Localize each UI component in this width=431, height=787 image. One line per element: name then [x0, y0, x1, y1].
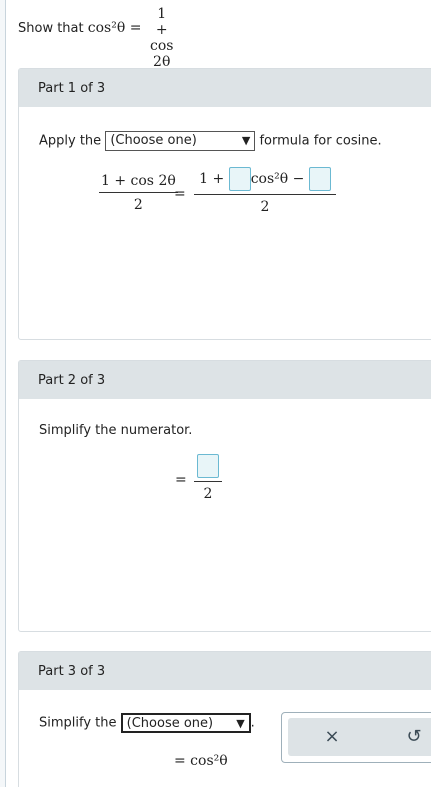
part-3-header: Part 3 of 3 — [19, 652, 431, 690]
part-3-instruction: Simplify the (Choose one) ▼ . — [39, 713, 255, 733]
fraction-bar — [99, 192, 178, 193]
fraction-bar — [194, 194, 336, 195]
part-1-answer-box-1[interactable] — [228, 167, 251, 191]
part-1-header: Part 1 of 3 — [19, 69, 431, 107]
part-1-lhs-numerator: 1 + cos 2θ — [101, 173, 176, 189]
part-2-equals: = — [175, 472, 187, 488]
part-2-denominator: 2 — [203, 486, 213, 502]
part-1-rhs-middle: cos²θ − — [250, 171, 305, 187]
part-1-lhs-denominator: 2 — [133, 197, 143, 213]
part-1-text-after: formula for cosine. — [259, 133, 382, 149]
part-3-result: = cos²θ — [174, 753, 228, 769]
page-left-border — [0, 0, 6, 787]
clear-icon[interactable]: × — [320, 726, 344, 747]
part-2-fraction: 2 — [194, 454, 222, 502]
part-2-answer-box[interactable] — [197, 454, 219, 478]
chevron-down-icon: ▼ — [236, 717, 245, 730]
prompt-lhs: cos²θ = — [87, 20, 142, 36]
part-1-select-value: (Choose one) — [110, 133, 197, 148]
prompt-text: Show that — [18, 21, 84, 36]
undo-icon[interactable]: ↺ — [402, 726, 426, 747]
part-1-equals: = — [174, 186, 186, 202]
part-1-rhs-denominator: 2 — [260, 199, 270, 215]
part-1-rhs-fraction: 1 + cos²θ − 2 — [194, 167, 336, 215]
prompt-numerator: 1 + cos 2θ — [150, 6, 174, 70]
part-1-instruction: Apply the (Choose one) ▼ formula for cos… — [39, 131, 382, 151]
part-3-trailing: . — [250, 715, 255, 731]
part-1-panel: Part 1 of 3 Apply the (Choose one) ▼ for… — [18, 68, 431, 340]
part-1-rhs-numerator: 1 + cos²θ − — [194, 167, 336, 191]
part-2-header: Part 2 of 3 — [19, 361, 431, 399]
part-3-select-value: (Choose one) — [126, 716, 214, 731]
part-1-lhs-fraction: 1 + cos 2θ 2 — [99, 173, 178, 213]
part-2-numerator — [194, 454, 222, 478]
fraction-bar — [194, 481, 222, 482]
part-3-select[interactable]: (Choose one) ▼ — [120, 713, 251, 733]
part-2-instruction: Simplify the numerator. — [39, 423, 193, 438]
part-1-formula-select[interactable]: (Choose one) ▼ — [105, 131, 256, 151]
part-2-panel: Part 2 of 3 Simplify the numerator. = 2 — [18, 360, 431, 632]
prompt-label: Show that cos²θ = — [18, 20, 141, 36]
part-1-rhs-prefix: 1 + — [199, 171, 225, 187]
part-1-answer-box-2[interactable] — [308, 167, 331, 191]
chevron-down-icon: ▼ — [241, 134, 251, 147]
part-1-text-before: Apply the — [39, 133, 102, 149]
part-3-text-before: Simplify the — [39, 715, 117, 731]
toolbar-inner: × ↺ — [288, 718, 431, 756]
answer-toolbar: × ↺ — [281, 712, 431, 763]
